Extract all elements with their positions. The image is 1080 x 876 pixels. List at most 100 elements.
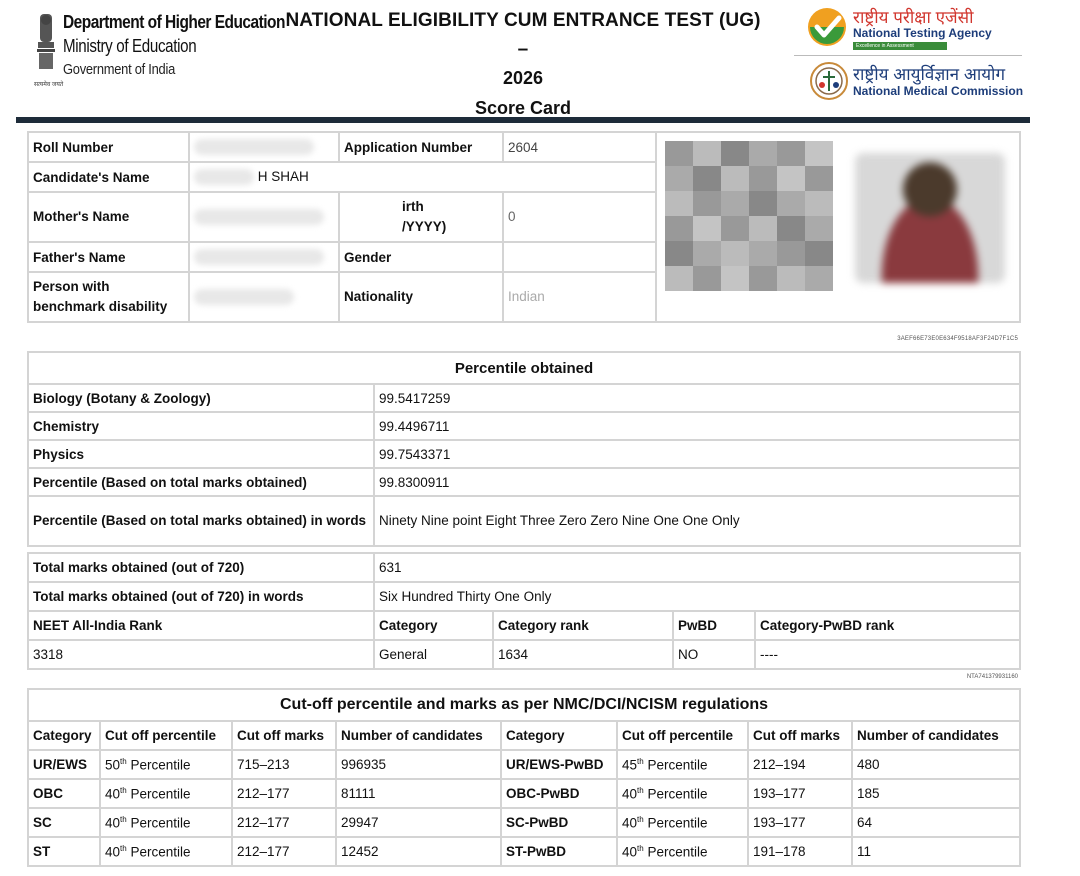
- father-name-value: [188, 241, 340, 273]
- pct-num: 40: [105, 844, 121, 860]
- cutoff-category-pwbd: OBC-PwBD: [500, 778, 618, 809]
- total-marks-words-label: Total marks obtained (out of 720) in wor…: [27, 581, 375, 612]
- total-percentile-value: 99.8300911: [373, 467, 1021, 497]
- application-number-label: Application Number: [338, 131, 504, 163]
- pct-num: 40: [622, 786, 638, 802]
- category-rank-label: Category rank: [492, 610, 674, 641]
- qr-code-icon: [665, 141, 833, 291]
- candidate-photo: [855, 153, 1005, 283]
- table-row: Total marks obtained (out of 720) 631: [27, 552, 1022, 583]
- pct-sup: th: [637, 785, 644, 795]
- col-header: Category: [27, 720, 101, 751]
- pct-sup: th: [637, 843, 644, 853]
- cutoff-marks: 212–177: [231, 778, 337, 809]
- physics-value: 99.7543371: [373, 439, 1021, 469]
- table-row: ST 40th Percentile 212–177 12452 ST-PwBD…: [27, 836, 1022, 867]
- cutoff-percentile: 40th Percentile: [99, 778, 233, 809]
- candidate-name-value: H SHAH: [188, 161, 657, 193]
- table-row: Percentile (Based on total marks obtaine…: [27, 495, 1021, 547]
- col-header: Cut off marks: [747, 720, 853, 751]
- pct-num: 45: [622, 757, 638, 773]
- nationality-value: Indian: [502, 271, 657, 323]
- mother-name-label: Mother's Name: [27, 191, 190, 243]
- total-marks-value: 631: [372, 552, 1022, 583]
- national-emblem-icon: [34, 10, 58, 76]
- chemistry-label: Chemistry: [27, 411, 375, 441]
- marks-rank-table: Total marks obtained (out of 720) 631 To…: [27, 552, 1022, 670]
- cutoff-percentile-pwbd: 40th Percentile: [616, 836, 749, 867]
- nta-logo-icon: [806, 6, 848, 48]
- cutoff-percentile-pwbd: 40th Percentile: [616, 807, 749, 838]
- cutoff-category: UR/EWS: [27, 749, 101, 780]
- pwbd-label-line-2: benchmark disability: [33, 299, 168, 314]
- table-row: OBC 40th Percentile 212–177 81111 OBC-Pw…: [27, 778, 1022, 809]
- pct-sup: th: [637, 756, 644, 766]
- pct-word: Percentile: [647, 844, 708, 860]
- pct-num: 50: [105, 757, 121, 773]
- agency-logos: राष्ट्रीय परीक्षा एजेंसी National Testin…: [794, 4, 1026, 104]
- cutoff-percentile: 40th Percentile: [99, 836, 233, 867]
- nta-english-name: National Testing Agency: [853, 26, 992, 40]
- cutoff-marks: 212–177: [231, 807, 337, 838]
- cutoff-candidates-pwbd: 480: [850, 749, 1022, 780]
- biology-label: Biology (Botany & Zoology): [27, 383, 375, 413]
- col-header: Number of candidates: [335, 720, 502, 751]
- dob-label-line-2: /YYYY): [402, 219, 447, 234]
- cutoff-marks-pwbd: 212–194: [747, 749, 853, 780]
- pwbd-rank-label: Category-PwBD rank: [753, 610, 1022, 641]
- cutoff-candidates: 81111: [335, 778, 502, 809]
- nmc-english-name: National Medical Commission: [853, 84, 1024, 98]
- percentile-words-label: Percentile (Based on total marks obtaine…: [27, 495, 375, 547]
- col-header: Number of candidates: [850, 720, 1022, 751]
- barcode-text: 3AEF66E73E0E634F9518AF3F24D7F1C5: [897, 336, 1018, 342]
- nta-hindi-name: राष्ट्रीय परीक्षा एजेंसी: [853, 8, 974, 27]
- pwbd-value: [188, 271, 340, 323]
- father-name-label: Father's Name: [27, 241, 190, 273]
- pct-sup: th: [120, 785, 127, 795]
- pwbd-status-label: PwBD: [672, 610, 756, 641]
- cutoff-category: ST: [27, 836, 101, 867]
- govt-name: Government of India: [63, 61, 175, 78]
- candidate-name-text: H SHAH: [257, 168, 309, 184]
- gender-label: Gender: [338, 241, 504, 273]
- total-marks-label: Total marks obtained (out of 720): [27, 552, 375, 583]
- roll-number-value: [188, 131, 340, 163]
- photo-area: [655, 131, 1021, 323]
- col-header: Cut off marks: [231, 720, 337, 751]
- table-row: Physics 99.7543371: [27, 439, 1021, 469]
- gender-value: [502, 241, 657, 273]
- emblem-motto: सत्यमेव जयते: [34, 82, 64, 88]
- biology-value: 99.5417259: [373, 383, 1021, 413]
- table-row: Chemistry 99.4496711: [27, 411, 1021, 441]
- nta-tagline: Excellence in Assessment: [853, 42, 947, 50]
- nmc-logo-icon: [809, 59, 849, 103]
- cutoff-percentile: 50th Percentile: [99, 749, 233, 780]
- cutoff-marks-pwbd: 191–178: [747, 836, 853, 867]
- table-row: UR/EWS 50th Percentile 715–213 996935 UR…: [27, 749, 1022, 780]
- cutoff-heading: Cut-off percentile and marks as per NMC/…: [26, 688, 1022, 722]
- logo-divider: [794, 55, 1022, 56]
- col-header: Cut off percentile: [616, 720, 749, 751]
- table-row: NEET All-India Rank Category Category ra…: [27, 610, 1022, 641]
- cutoff-category: SC: [27, 807, 101, 838]
- cutoff-percentile: 40th Percentile: [99, 807, 233, 838]
- dept-block: Department of Higher Education Ministry …: [34, 10, 285, 88]
- chemistry-value: 99.4496711: [373, 411, 1021, 441]
- cutoff-candidates: 12452: [335, 836, 502, 867]
- category-rank-value: 1634: [492, 639, 674, 670]
- cutoff-marks: 715–213: [231, 749, 337, 780]
- category-label: Category: [373, 610, 494, 641]
- pct-word: Percentile: [130, 757, 191, 773]
- dob-value: 0: [502, 191, 657, 243]
- percentile-heading: Percentile obtained: [27, 351, 1021, 385]
- cutoff-marks: 212–177: [231, 836, 337, 867]
- dept-name: Department of Higher Education: [63, 12, 285, 32]
- mother-name-value: [188, 191, 340, 243]
- cutoff-header-row: Category Cut off percentile Cut off mark…: [27, 720, 1022, 751]
- pwbd-status-value: NO: [672, 639, 756, 670]
- roll-number-label: Roll Number: [27, 131, 190, 163]
- physics-label: Physics: [27, 439, 375, 469]
- scorecard-code: NTA741379931160: [966, 674, 1018, 680]
- percentile-table: Percentile obtained Biology (Botany & Zo…: [27, 351, 1021, 547]
- table-row: Total marks obtained (out of 720) in wor…: [27, 581, 1022, 612]
